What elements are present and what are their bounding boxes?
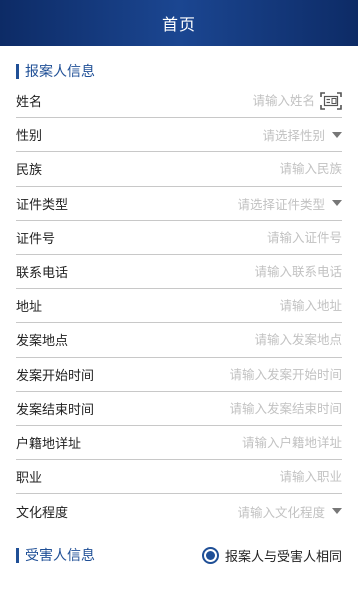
- field-ethnicity: 民族: [16, 152, 342, 187]
- section-victim-info: 受害人信息 报案人与受害人相同: [0, 542, 358, 568]
- field-label-phone: 联系电话: [16, 266, 69, 282]
- field-incident-place: 发案地点: [16, 323, 342, 358]
- field-end-time: 发案结束时间: [16, 392, 342, 426]
- field-label-gender: 性别: [16, 129, 43, 145]
- gender-select[interactable]: 请选择性别: [262, 125, 342, 144]
- field-label-address: 地址: [16, 300, 43, 316]
- end-time-input[interactable]: [172, 400, 342, 416]
- field-occupation: 职业: [16, 460, 342, 495]
- occupation-input[interactable]: [172, 469, 342, 485]
- section-bar: [16, 63, 19, 79]
- field-start-time: 发案开始时间: [16, 358, 342, 392]
- field-label-occupation: 职业: [16, 471, 43, 487]
- field-label-start-time: 发案开始时间: [16, 368, 95, 384]
- field-phone: 联系电话: [16, 255, 342, 290]
- id-number-input[interactable]: [172, 229, 342, 245]
- education-select[interactable]: 请输入文化程度: [237, 502, 342, 521]
- start-time-input[interactable]: [172, 366, 342, 382]
- id-type-placeholder: 请选择证件类型: [237, 196, 325, 212]
- field-label-ethnicity: 民族: [16, 163, 43, 179]
- radio-selected-icon[interactable]: [201, 546, 219, 564]
- field-id-number: 证件号: [16, 221, 342, 255]
- section-title-victim: 受害人信息: [25, 548, 95, 565]
- id-card-scan-icon[interactable]: [320, 91, 342, 110]
- field-label-end-time: 发案结束时间: [16, 402, 95, 418]
- household-input[interactable]: [172, 434, 342, 450]
- field-label-incident-place: 发案地点: [16, 334, 69, 350]
- caret-down-icon: [332, 508, 342, 515]
- gender-placeholder: 请选择性别: [262, 128, 325, 144]
- same-as-reporter-label: 报案人与受害人相同: [224, 549, 342, 565]
- id-type-select[interactable]: 请选择证件类型: [237, 194, 342, 213]
- field-label-education: 文化程度: [16, 505, 69, 521]
- address-input[interactable]: [172, 298, 342, 314]
- app-header: 首页: [0, 0, 358, 46]
- section-reporter-info: 报案人信息: [16, 58, 358, 84]
- section-bar: [16, 547, 19, 563]
- field-id-type[interactable]: 证件类型 请选择证件类型: [16, 187, 342, 221]
- field-label-id-number: 证件号: [16, 231, 56, 247]
- name-input[interactable]: [175, 93, 315, 109]
- caret-down-icon: [332, 200, 342, 207]
- phone-input[interactable]: [172, 264, 342, 280]
- caret-down-icon: [332, 131, 342, 138]
- field-label-id-type: 证件类型: [16, 197, 69, 213]
- field-education[interactable]: 文化程度 请输入文化程度: [16, 494, 342, 528]
- field-household: 户籍地详址: [16, 426, 342, 461]
- field-name: 姓名: [16, 84, 342, 119]
- ethnicity-input[interactable]: [172, 161, 342, 177]
- field-address: 地址: [16, 289, 342, 324]
- education-placeholder: 请输入文化程度: [237, 504, 325, 520]
- page-title: 首页: [161, 15, 196, 34]
- section-title-reporter: 报案人信息: [25, 64, 95, 80]
- field-gender[interactable]: 性别 请选择性别: [16, 118, 342, 153]
- field-label-name: 姓名: [16, 95, 43, 111]
- reporter-form: 姓名 性别 请选择性别 民族 证件类型 请选择证件类型 证: [0, 84, 358, 528]
- same-as-reporter-radio[interactable]: 报案人与受害人相同: [201, 546, 342, 565]
- field-label-household: 户籍地详址: [16, 436, 82, 452]
- incident-place-input[interactable]: [172, 332, 342, 348]
